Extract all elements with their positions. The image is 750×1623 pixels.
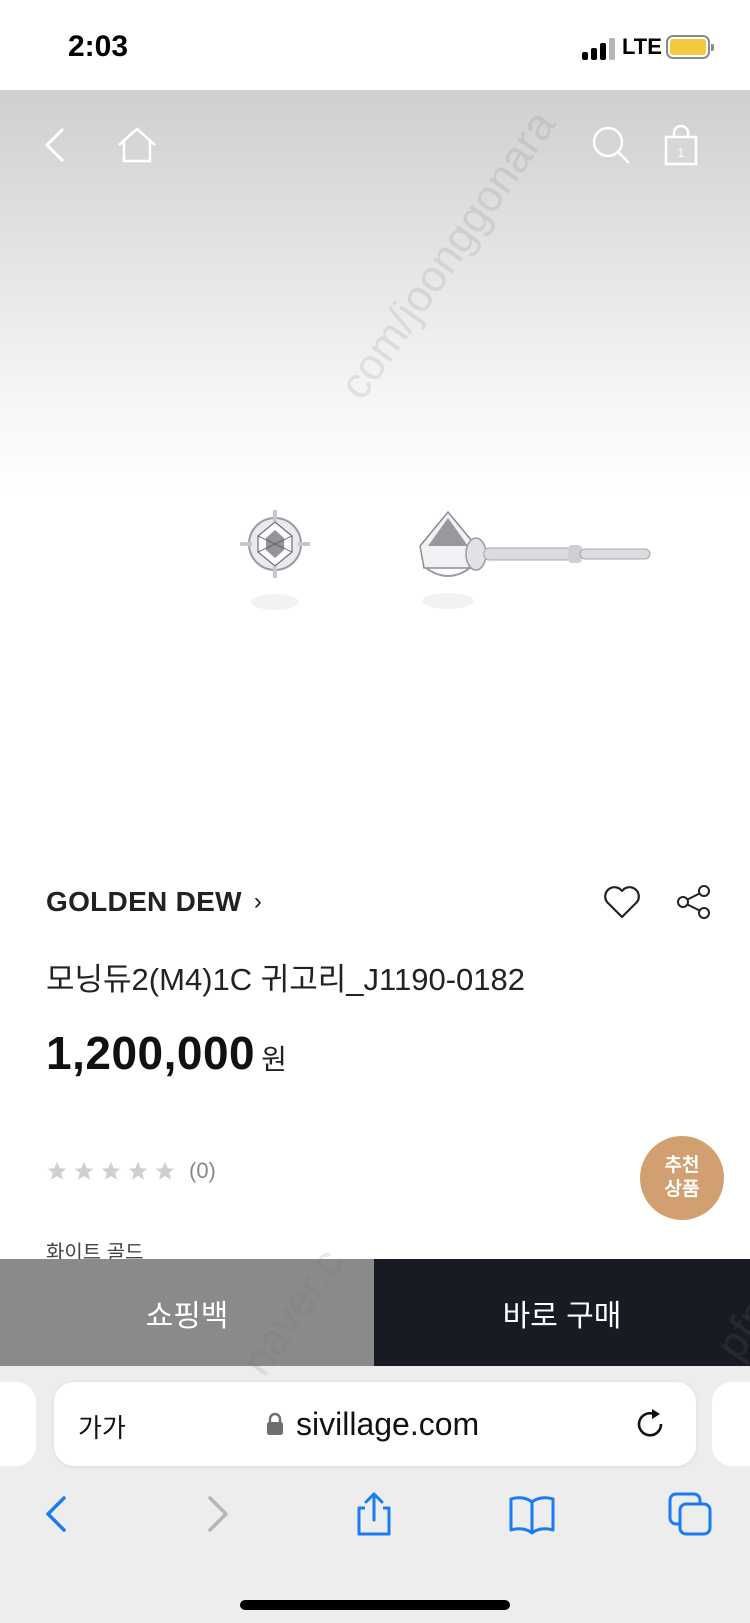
previous-tab-pill[interactable] (0, 1382, 36, 1466)
star-icon (101, 1161, 121, 1180)
wishlist-button[interactable] (602, 882, 642, 922)
rating[interactable]: (0) (46, 1158, 216, 1184)
purchase-bar: 쇼핑백 바로 구매 (0, 1259, 750, 1366)
recommend-label-line1: 추천 (664, 1155, 700, 1176)
home-icon (118, 127, 156, 163)
back-button[interactable] (32, 120, 82, 170)
status-time: 2:03 (68, 30, 129, 63)
shopping-bag-icon: 1 (664, 124, 698, 166)
lock-icon (267, 1412, 283, 1435)
price-amount: 1,200,000 (46, 1027, 256, 1079)
review-count: (0) (189, 1158, 216, 1183)
search-icon (592, 126, 630, 164)
product-title: 모닝듀2(M4)1C 귀고리_J1190-0182 (46, 962, 526, 997)
url-text: sivillage.com (296, 1406, 480, 1442)
star-icon (47, 1161, 67, 1180)
battery-icon (666, 35, 714, 59)
back-nav-icon[interactable] (34, 1490, 82, 1538)
price-unit: 원 (261, 1044, 287, 1075)
bookmarks-icon[interactable] (508, 1490, 556, 1538)
share-icon (677, 885, 710, 919)
star-icon (128, 1161, 148, 1180)
heart-icon (604, 886, 640, 919)
next-tab-pill[interactable] (712, 1382, 750, 1466)
home-button[interactable] (112, 120, 162, 170)
recommend-products-button[interactable]: 추천 상품 (640, 1136, 724, 1220)
share-button[interactable] (674, 882, 714, 922)
brand-link[interactable]: GOLDEN DEW › (46, 886, 262, 918)
status-bar: 2:03 LTE (0, 0, 750, 90)
recommend-label-line2: 상품 (664, 1179, 700, 1200)
earring-front-image (240, 510, 310, 610)
forward-nav-icon[interactable] (192, 1490, 240, 1538)
share-sheet-icon[interactable] (350, 1490, 398, 1538)
price: 1,200,000 원 (46, 1026, 287, 1080)
address-bar[interactable]: 가가 sivillage.com (54, 1382, 696, 1466)
star-icon (74, 1161, 94, 1180)
search-button[interactable] (586, 120, 636, 170)
chevron-left-icon (44, 127, 65, 163)
browser-chrome: 가가 sivillage.com (0, 1366, 750, 1623)
cart-count: 1 (677, 145, 684, 160)
cart-button[interactable]: 1 (656, 120, 706, 170)
chevron-right-icon: › (253, 888, 262, 915)
home-indicator (240, 1600, 510, 1610)
cellular-signal-icon (582, 38, 616, 60)
page-settings-button[interactable]: 가가 (78, 1408, 126, 1445)
brand-name: GOLDEN DEW (46, 886, 242, 917)
earring-side-image (419, 510, 651, 609)
reload-icon[interactable] (632, 1406, 668, 1442)
buy-now-button[interactable]: 바로 구매 (374, 1259, 750, 1366)
product-image-area[interactable]: 1 (0, 90, 750, 830)
star-icon (155, 1161, 175, 1180)
tabs-icon[interactable] (666, 1490, 714, 1538)
browser-toolbar (0, 1490, 750, 1550)
add-to-bag-button[interactable]: 쇼핑백 (0, 1259, 374, 1366)
network-type: LTE (622, 34, 662, 59)
